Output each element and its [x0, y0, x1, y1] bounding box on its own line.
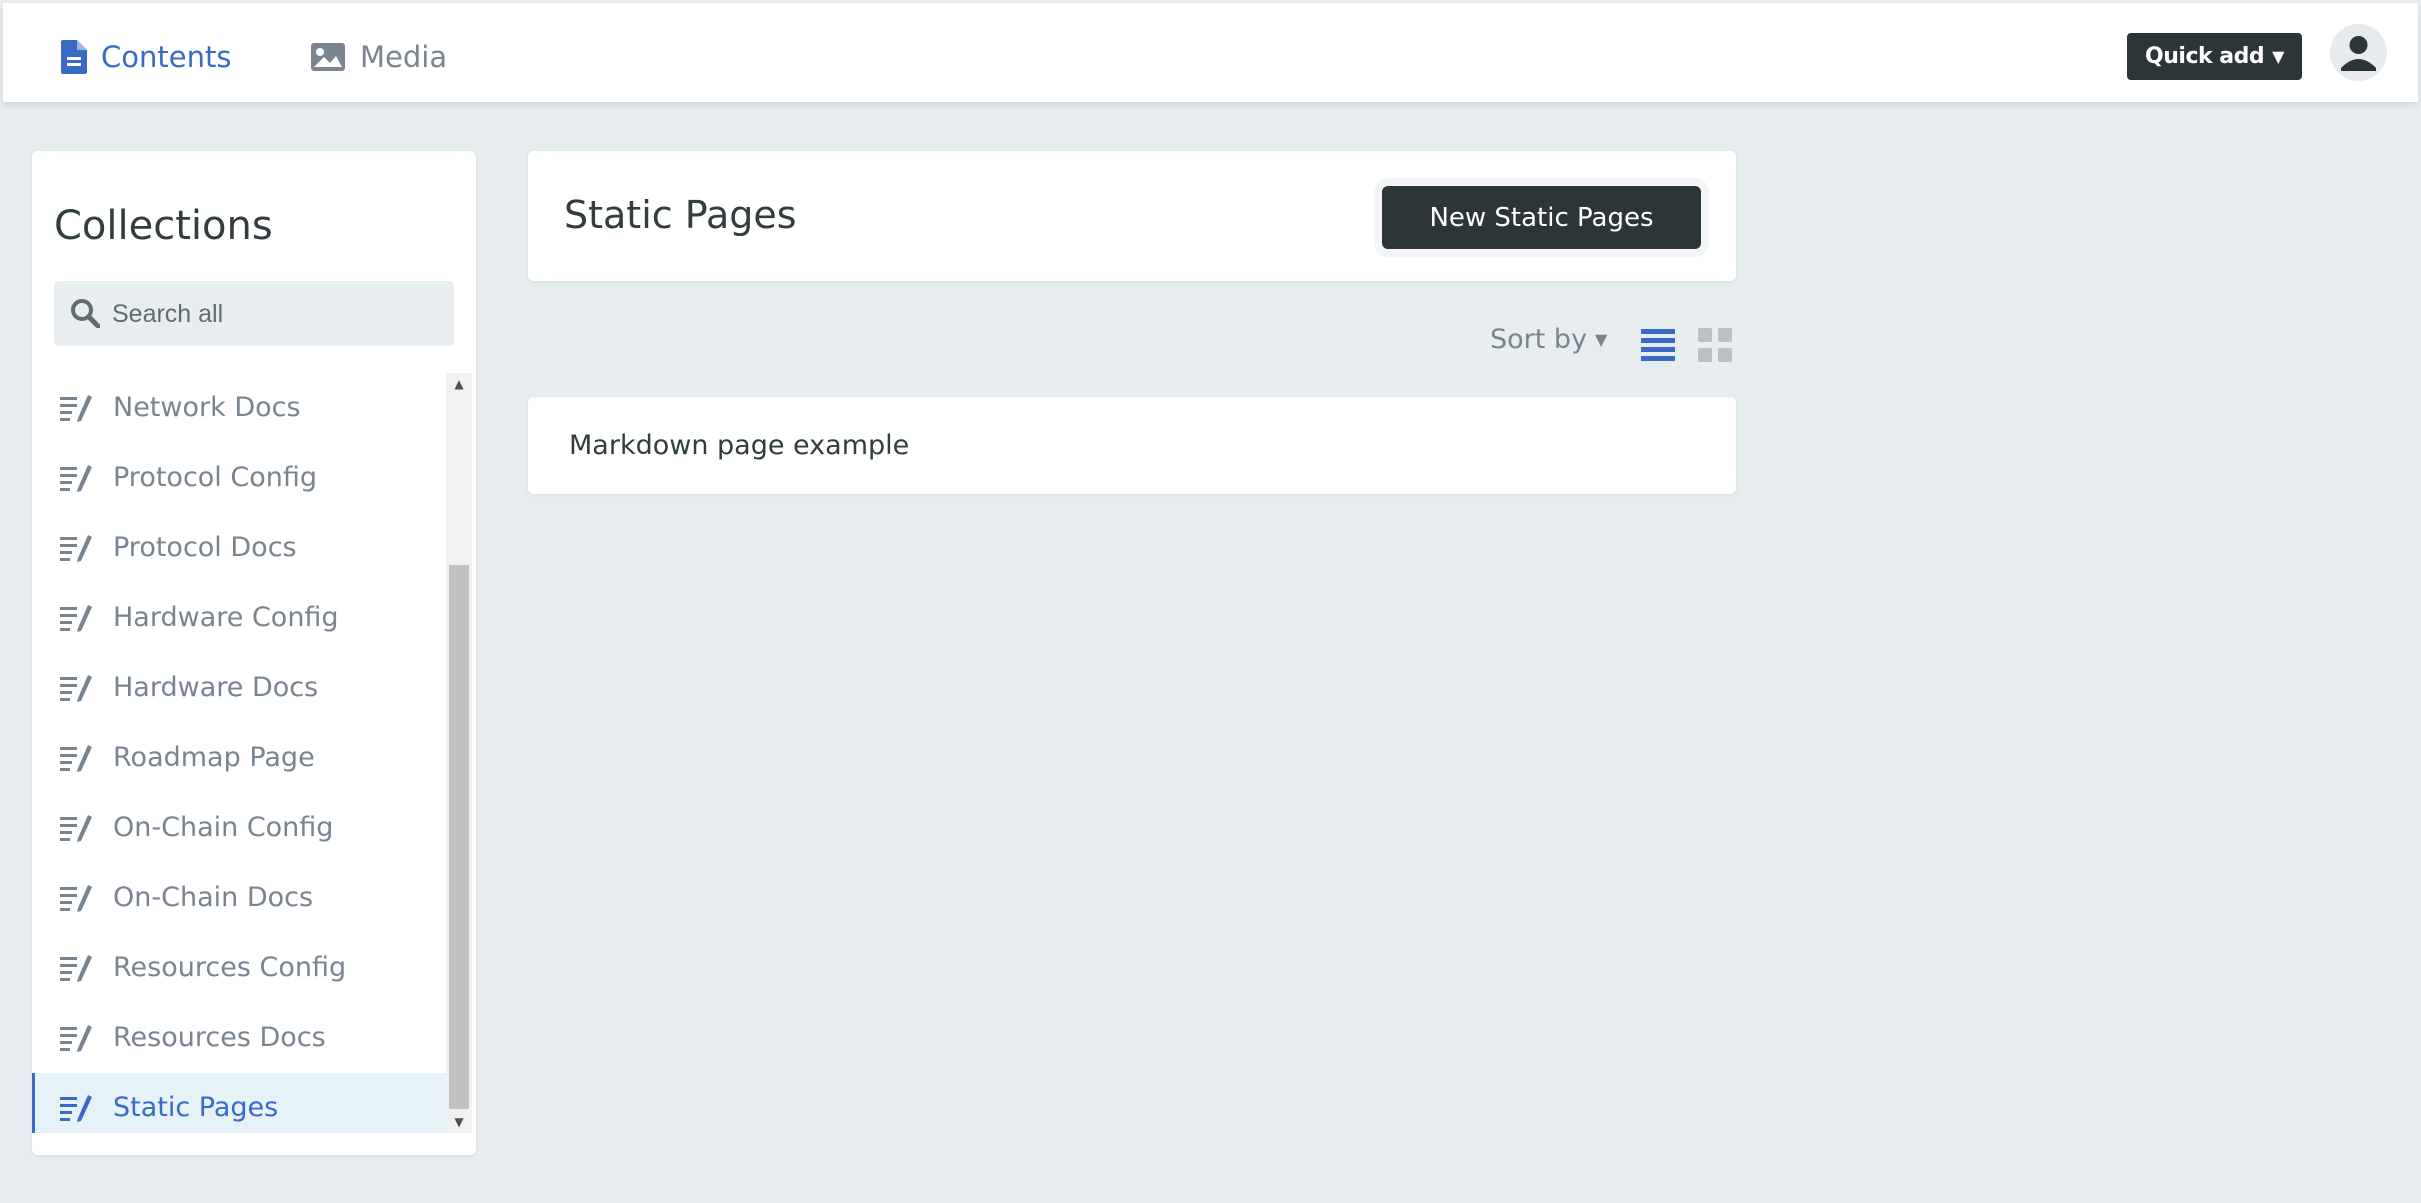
chevron-down-icon: ▼ [1595, 330, 1608, 349]
new-entry-button[interactable]: New Static Pages [1382, 186, 1701, 249]
chevron-down-icon: ▼ [2272, 47, 2284, 66]
avatar[interactable] [2330, 24, 2387, 81]
list-view-icon [1641, 329, 1675, 361]
sidebar-item-resources-docs[interactable]: Resources Docs [32, 1003, 446, 1073]
list-item[interactable]: Markdown page example [528, 397, 1736, 494]
sidebar-item-on-chain-config[interactable]: On-Chain Config [32, 793, 446, 863]
sidebar-item-label: On-Chain Config [113, 812, 334, 843]
scroll-down-arrow-icon[interactable]: ▼ [446, 1111, 472, 1133]
search-input[interactable]: Search all [54, 281, 454, 346]
sort-by-label: Sort by [1490, 324, 1588, 355]
page-title: Static Pages [564, 193, 797, 237]
collection-icon [60, 604, 94, 639]
sidebar-item-label: Resources Config [113, 952, 347, 983]
sidebar-item-label: Hardware Docs [113, 672, 319, 703]
grid-view-icon [1698, 328, 1732, 362]
collection-icon [60, 744, 94, 779]
sidebar-item-protocol-config[interactable]: Protocol Config [32, 443, 446, 513]
collections-sidebar: Collections Search all Network Docs Prot… [32, 151, 476, 1155]
sidebar-item-protocol-docs[interactable]: Protocol Docs [32, 513, 446, 583]
search-icon [71, 299, 100, 328]
sidebar-title: Collections [54, 203, 273, 249]
sidebar-item-label: On-Chain Docs [113, 882, 314, 913]
collection-icon [60, 1024, 94, 1059]
grid-view-button[interactable] [1698, 328, 1732, 366]
tab-contents[interactable]: Contents [61, 33, 231, 81]
sidebar-item-label: Protocol Docs [113, 532, 297, 563]
tab-contents-label: Contents [101, 40, 232, 74]
tab-media[interactable]: Media [310, 33, 447, 81]
user-icon [2341, 36, 2376, 71]
tab-media-label: Media [360, 40, 448, 74]
scrollbar-thumb[interactable] [449, 565, 469, 1109]
image-icon [310, 42, 346, 72]
sidebar-item-label: Static Pages [113, 1092, 279, 1123]
top-navigation-bar: Contents Media Quick add ▼ [3, 3, 2418, 102]
sidebar-item-label: Resources Docs [113, 1022, 326, 1053]
sidebar-item-roadmap-page[interactable]: Roadmap Page [32, 723, 446, 793]
sidebar-scrollbar[interactable]: ▲ ▼ [446, 373, 472, 1133]
collection-icon [60, 534, 94, 569]
quick-add-label: Quick add [2145, 44, 2265, 69]
collections-list: Network Docs Protocol Config Protocol Do… [32, 373, 446, 1133]
sidebar-item-resources-config[interactable]: Resources Config [32, 933, 446, 1003]
document-icon [61, 40, 87, 74]
collection-icon [60, 954, 94, 989]
sidebar-item-label: Network Docs [113, 392, 301, 423]
sidebar-item-network-docs[interactable]: Network Docs [32, 373, 446, 443]
entry-title: Markdown page example [569, 430, 910, 461]
sidebar-item-hardware-docs[interactable]: Hardware Docs [32, 653, 446, 723]
sidebar-item-label: Roadmap Page [113, 742, 315, 773]
sidebar-item-hardware-config[interactable]: Hardware Config [32, 583, 446, 653]
quick-add-button[interactable]: Quick add ▼ [2127, 33, 2302, 80]
sidebar-item-on-chain-docs[interactable]: On-Chain Docs [32, 863, 446, 933]
collection-icon [60, 1094, 94, 1129]
collection-icon [60, 814, 94, 849]
scroll-up-arrow-icon[interactable]: ▲ [446, 373, 472, 395]
collection-icon [60, 394, 94, 429]
sidebar-item-label: Hardware Config [113, 602, 339, 633]
list-view-button[interactable] [1641, 328, 1675, 366]
collection-icon [60, 674, 94, 709]
collection-icon [60, 884, 94, 919]
search-placeholder: Search all [112, 300, 224, 328]
collection-icon [60, 464, 94, 499]
collection-header: Static Pages New Static Pages [528, 151, 1736, 281]
sort-by-dropdown[interactable]: Sort by ▼ [1490, 324, 1607, 355]
sidebar-item-label: Protocol Config [113, 462, 318, 493]
sidebar-item-static-pages[interactable]: Static Pages [32, 1073, 446, 1133]
